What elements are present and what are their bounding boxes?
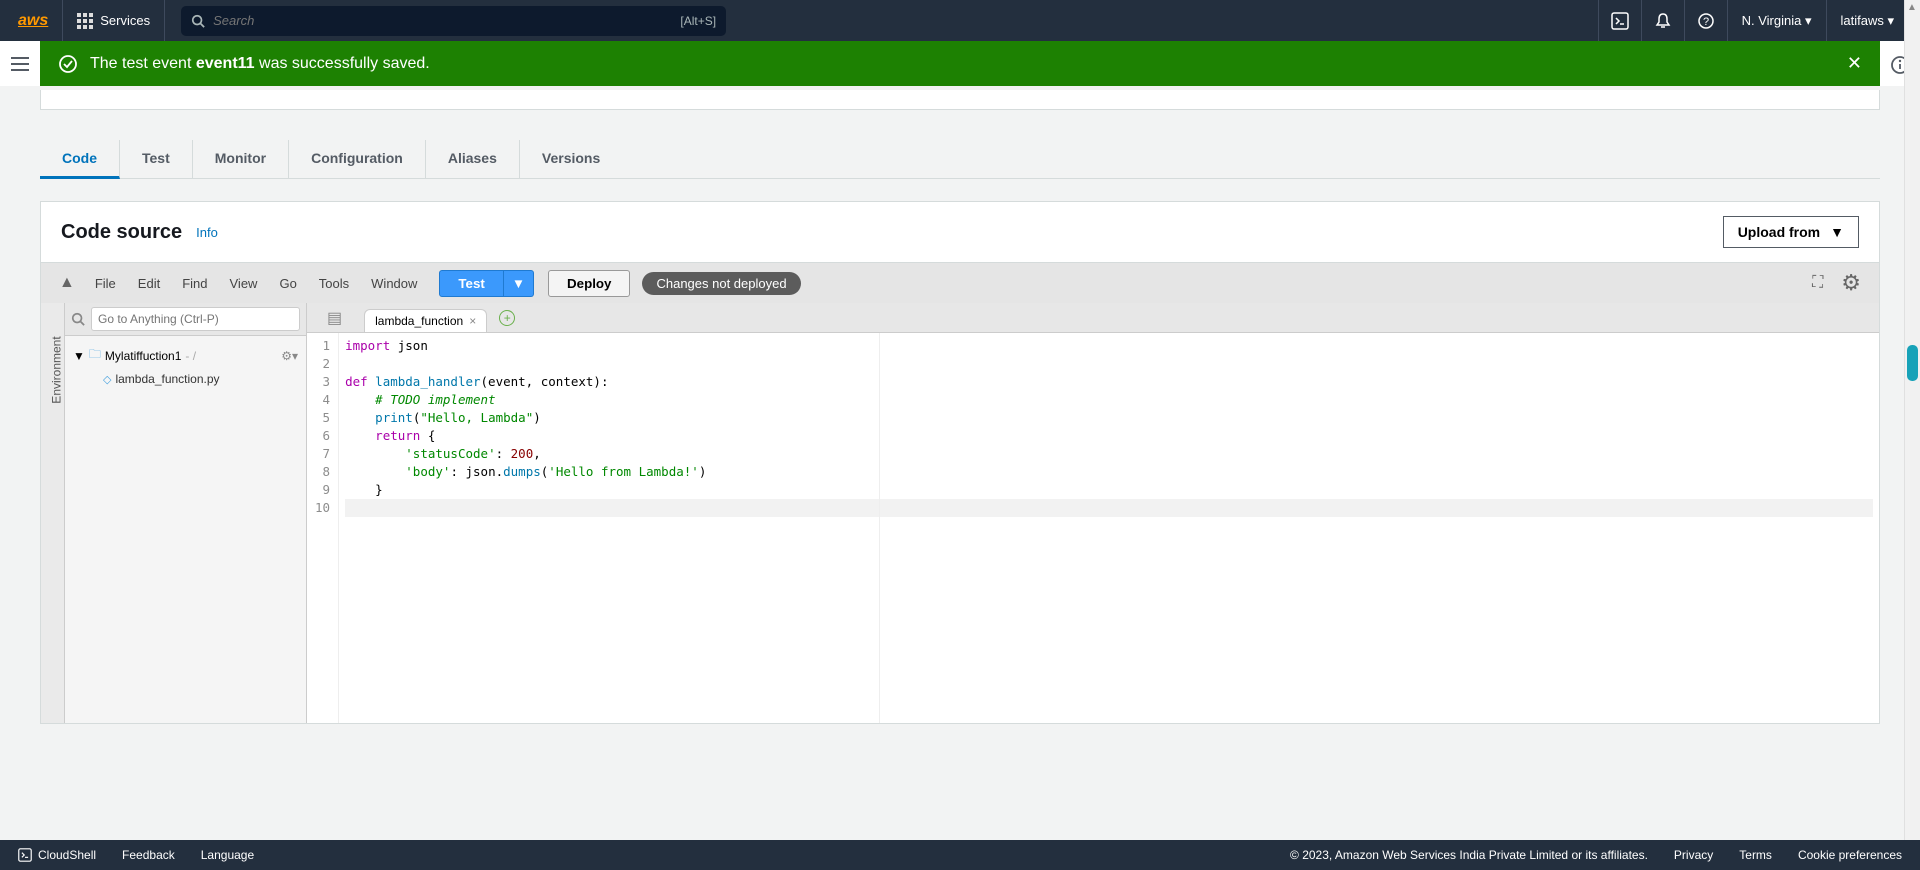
file-tree-pane: ▼ 🗀 Mylatiffuction1 - / ⚙▾ ◇ lambda_func… bbox=[65, 303, 307, 723]
print-margin bbox=[879, 333, 880, 723]
upload-label: Upload from bbox=[1738, 224, 1820, 240]
deploy-status-badge: Changes not deployed bbox=[642, 272, 800, 295]
editor-tab-close-icon[interactable]: × bbox=[469, 314, 476, 328]
menu-find[interactable]: Find bbox=[172, 272, 217, 295]
tree-file-label: lambda_function.py bbox=[115, 372, 219, 386]
upload-from-button[interactable]: Upload from ▼ bbox=[1723, 216, 1859, 248]
scroll-thumb[interactable] bbox=[1907, 345, 1918, 381]
banner-event-name: event11 bbox=[196, 55, 255, 72]
left-sidebar-toggle-column bbox=[0, 41, 40, 86]
info-link[interactable]: Info bbox=[196, 225, 218, 240]
footer-cookie[interactable]: Cookie preferences bbox=[1798, 848, 1902, 862]
add-tab-button[interactable]: + bbox=[499, 310, 515, 326]
environment-sidebar[interactable]: Environment bbox=[41, 303, 65, 723]
search-box[interactable]: [Alt+S] bbox=[181, 6, 726, 36]
vertical-scrollbar[interactable]: ▲ ▼ bbox=[1904, 0, 1920, 870]
tree-root-folder[interactable]: ▼ 🗀 Mylatiffuction1 - / ⚙▾ bbox=[73, 342, 298, 369]
settings-gear-icon[interactable]: ⚙ bbox=[1833, 266, 1869, 300]
services-label: Services bbox=[100, 13, 150, 28]
go-to-anything-input[interactable] bbox=[91, 307, 300, 331]
banner-prefix: The test event bbox=[90, 55, 196, 72]
ide-toolbar: ▲ File Edit Find View Go Tools Window Te… bbox=[41, 263, 1879, 303]
code-source-title: Code source bbox=[61, 221, 182, 244]
tree-settings-icon[interactable]: ⚙▾ bbox=[281, 349, 298, 363]
tab-configuration[interactable]: Configuration bbox=[289, 140, 426, 178]
ide-test-dropdown-button[interactable]: ▼ bbox=[504, 270, 534, 297]
tab-code[interactable]: Code bbox=[40, 140, 120, 179]
editor-tab-lambda[interactable]: lambda_function × bbox=[364, 309, 487, 332]
help-icon[interactable]: ? bbox=[1684, 0, 1727, 41]
menu-view[interactable]: View bbox=[220, 272, 268, 295]
menu-go[interactable]: Go bbox=[269, 272, 306, 295]
scroll-up-button[interactable]: ▲ bbox=[1904, 0, 1920, 16]
region-selector[interactable]: N. Virginia ▾ bbox=[1727, 0, 1826, 41]
tab-test[interactable]: Test bbox=[120, 140, 193, 178]
hamburger-icon[interactable] bbox=[11, 57, 29, 76]
menu-file[interactable]: File bbox=[85, 272, 126, 295]
top-nav: aws Services [Alt+S] ? N. Virginia ▾ lat… bbox=[0, 0, 1920, 41]
banner-message: The test event event11 was successfully … bbox=[90, 55, 430, 73]
footer-copyright: © 2023, Amazon Web Services India Privat… bbox=[1290, 848, 1648, 862]
footer-bar: CloudShell Feedback Language © 2023, Ama… bbox=[0, 840, 1920, 870]
folder-icon: 🗀 bbox=[89, 345, 101, 366]
editor-tab-label: lambda_function bbox=[375, 314, 463, 328]
footer-feedback[interactable]: Feedback bbox=[122, 848, 175, 862]
footer-terms[interactable]: Terms bbox=[1739, 848, 1772, 862]
tree-root-label: Mylatiffuction1 bbox=[105, 349, 181, 363]
success-banner: The test event event11 was successfully … bbox=[40, 41, 1880, 86]
chevron-down-icon: ▼ bbox=[1830, 224, 1844, 240]
tree-search-icon[interactable] bbox=[71, 312, 85, 326]
svg-text:?: ? bbox=[1703, 16, 1709, 28]
ide-deploy-button[interactable]: Deploy bbox=[548, 270, 630, 297]
menu-tools[interactable]: Tools bbox=[309, 272, 359, 295]
menu-window[interactable]: Window bbox=[361, 272, 427, 295]
fullscreen-icon[interactable]: ⛶ bbox=[1804, 270, 1831, 296]
search-input[interactable] bbox=[213, 13, 680, 28]
python-file-icon: ◇ bbox=[103, 373, 111, 386]
tab-list-icon[interactable]: ▤ bbox=[317, 304, 352, 332]
panel-top-edge bbox=[40, 90, 1880, 110]
tab-versions[interactable]: Versions bbox=[520, 140, 622, 178]
tree-root-sep: - / bbox=[185, 349, 196, 363]
banner-suffix: was successfully saved. bbox=[255, 55, 430, 72]
user-label: latifaws bbox=[1841, 13, 1884, 28]
function-tabs: Code Test Monitor Configuration Aliases … bbox=[40, 140, 1880, 179]
line-gutter: 1 2 3 4 5 6 7 8 9 10 bbox=[307, 333, 339, 723]
code-source-panel: Code source Info Upload from ▼ ▲ File Ed… bbox=[40, 201, 1880, 724]
banner-close-button[interactable]: ✕ bbox=[1847, 53, 1862, 74]
code-lines[interactable]: import json def lambda_handler(event, co… bbox=[339, 333, 1879, 723]
tree-expand-icon: ▼ bbox=[73, 349, 85, 363]
tree-file-lambda[interactable]: ◇ lambda_function.py bbox=[73, 369, 298, 389]
collapse-tree-icon[interactable]: ▲ bbox=[51, 270, 83, 296]
services-button[interactable]: Services bbox=[62, 0, 165, 41]
apps-grid-icon bbox=[77, 13, 93, 29]
tab-aliases[interactable]: Aliases bbox=[426, 140, 520, 178]
footer-privacy[interactable]: Privacy bbox=[1674, 848, 1713, 862]
footer-cloudshell[interactable]: CloudShell bbox=[18, 848, 96, 862]
region-label: N. Virginia bbox=[1742, 13, 1802, 28]
footer-language[interactable]: Language bbox=[201, 848, 254, 862]
user-menu[interactable]: latifaws ▾ bbox=[1826, 0, 1909, 41]
search-icon bbox=[191, 14, 205, 28]
notifications-icon[interactable] bbox=[1641, 0, 1684, 41]
cloudshell-icon[interactable] bbox=[1598, 0, 1641, 41]
search-shortcut: [Alt+S] bbox=[680, 14, 716, 28]
aws-logo[interactable]: aws bbox=[18, 12, 48, 30]
success-check-icon bbox=[58, 54, 78, 74]
tab-monitor[interactable]: Monitor bbox=[193, 140, 289, 178]
ide-test-button[interactable]: Test bbox=[439, 270, 503, 297]
editor-pane: ▤ lambda_function × + 1 2 3 4 bbox=[307, 303, 1879, 723]
menu-edit[interactable]: Edit bbox=[128, 272, 170, 295]
code-editor[interactable]: 1 2 3 4 5 6 7 8 9 10 bbox=[307, 333, 1879, 723]
environment-label: Environment bbox=[50, 336, 64, 403]
footer-cloudshell-label: CloudShell bbox=[38, 848, 96, 862]
